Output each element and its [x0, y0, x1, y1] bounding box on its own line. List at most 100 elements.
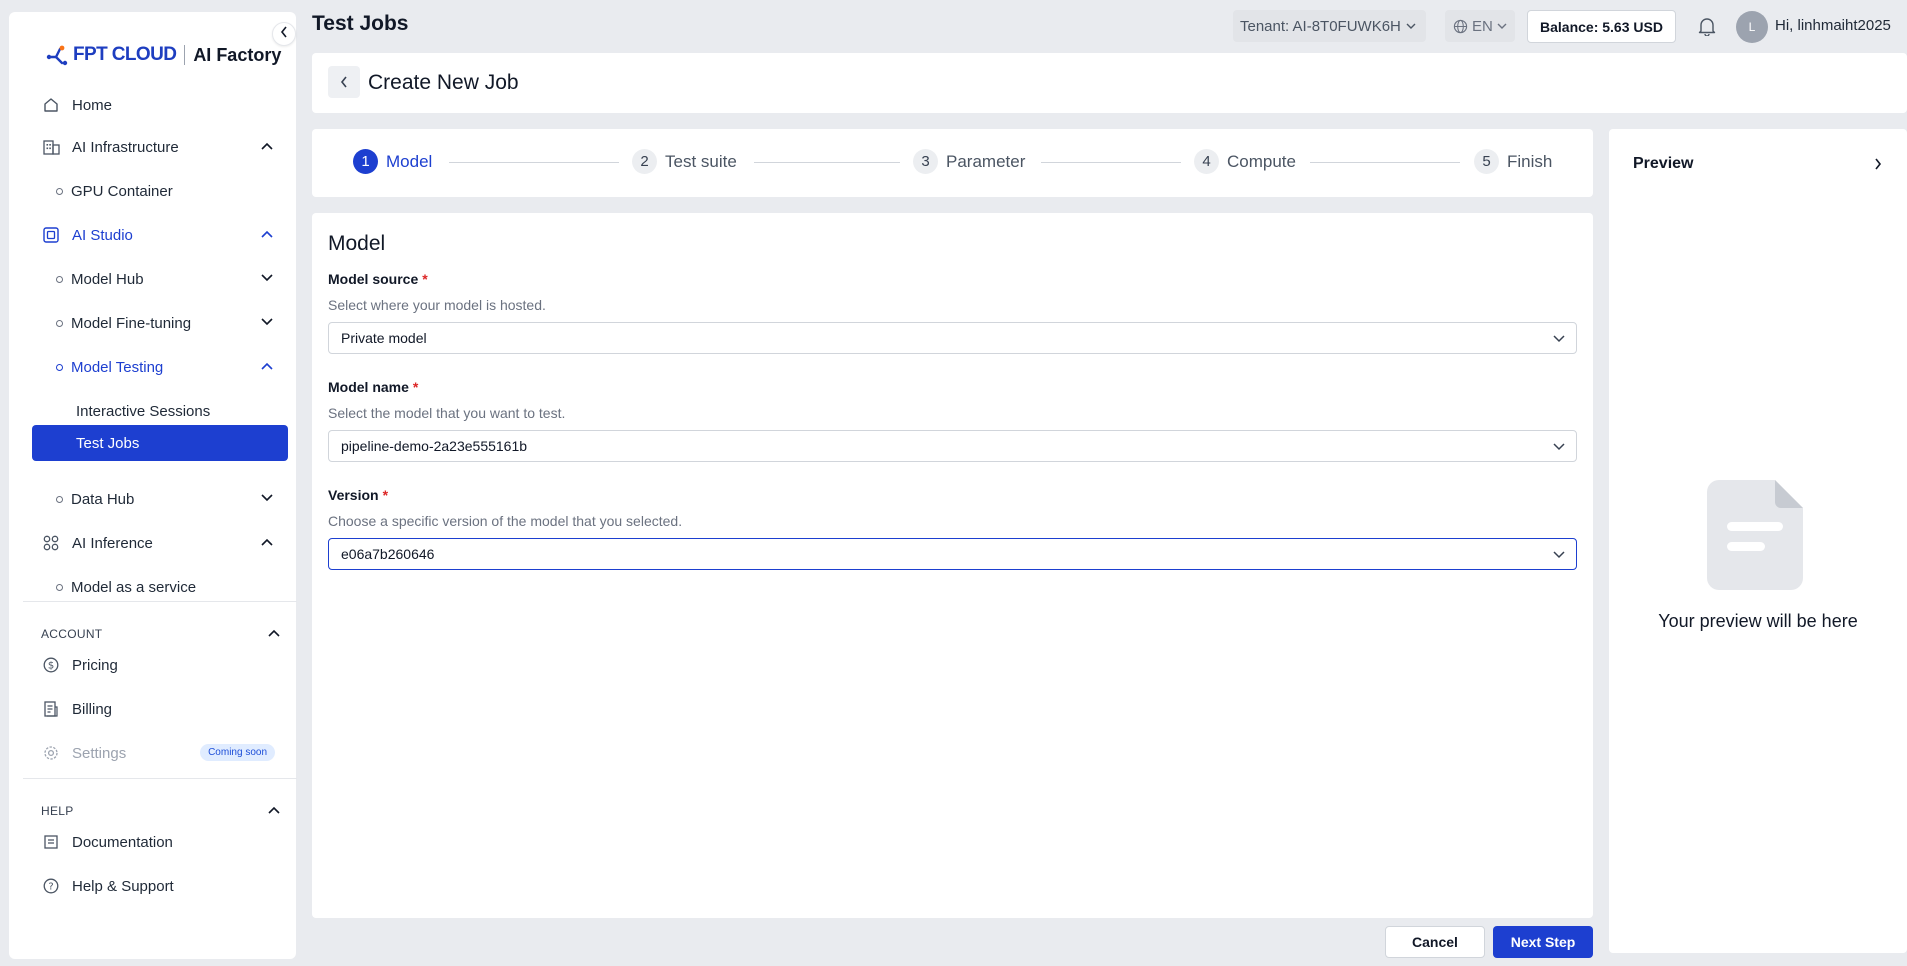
sidebar-item-label: Pricing	[72, 656, 118, 674]
chevron-up-icon[interactable]	[267, 626, 281, 640]
preview-panel: Preview Your preview will be here	[1609, 129, 1907, 953]
page-title: Test Jobs	[312, 12, 409, 35]
bullet-icon	[56, 187, 63, 195]
bell-icon[interactable]	[1696, 15, 1718, 37]
step-connector	[1310, 162, 1460, 163]
sidebar-item-billing[interactable]: Billing	[32, 691, 290, 727]
cancel-button[interactable]: Cancel	[1385, 926, 1485, 958]
step-compute[interactable]: 4 Compute	[1194, 149, 1296, 174]
step-connector	[1041, 162, 1181, 163]
chevron-up-icon[interactable]	[260, 227, 274, 241]
chevron-up-icon[interactable]	[267, 803, 281, 817]
sidebar-item-ai-studio[interactable]: AI Studio	[32, 217, 290, 253]
step-label: Model	[386, 151, 433, 171]
sidebar-item-data-hub[interactable]: Data Hub	[32, 481, 290, 517]
step-parameter[interactable]: 3 Parameter	[913, 149, 1025, 174]
bullet-icon	[56, 363, 63, 371]
brand-logo[interactable]: FPT CLOUD AI Factory	[46, 40, 281, 70]
required-marker: *	[382, 487, 389, 503]
sidebar-collapse-button[interactable]	[272, 22, 296, 46]
balance-display[interactable]: Balance: 5.63 USD	[1527, 10, 1676, 43]
back-button[interactable]	[328, 66, 360, 98]
chevron-left-icon	[280, 25, 288, 43]
help-circle-icon: ?	[42, 877, 60, 895]
svg-text:$: $	[48, 661, 54, 672]
bullet-icon	[56, 495, 63, 503]
gear-icon	[42, 744, 60, 762]
coming-soon-badge: Coming soon	[200, 744, 275, 761]
sidebar-item-model-finetuning[interactable]: Model Fine-tuning	[32, 305, 290, 341]
chevron-down-icon	[1497, 23, 1507, 30]
sidebar-item-interactive-sessions[interactable]: Interactive Sessions	[32, 393, 290, 429]
bullet-icon	[56, 583, 63, 591]
field-label-text: Model source	[328, 271, 419, 287]
sidebar-divider	[23, 601, 297, 602]
document-icon	[42, 833, 60, 851]
sidebar-item-model-testing[interactable]: Model Testing	[32, 349, 290, 385]
sidebar-item-help-support[interactable]: ? Help & Support	[32, 868, 290, 904]
chevron-down-icon[interactable]	[260, 491, 274, 505]
tenant-label: Tenant: AI-8T0FUWK6H	[1240, 17, 1401, 35]
version-hint: Choose a specific version of the model t…	[328, 513, 683, 529]
sidebar-item-model-as-a-service[interactable]: Model as a service	[32, 569, 290, 605]
create-job-title: Create New Job	[368, 71, 519, 94]
step-test-suite[interactable]: 2 Test suite	[632, 149, 737, 174]
next-step-button[interactable]: Next Step	[1493, 926, 1593, 958]
chevron-up-icon[interactable]	[260, 535, 274, 549]
sidebar-item-label: Model Testing	[71, 358, 164, 376]
chevron-down-icon[interactable]	[260, 315, 274, 329]
empty-document-icon	[1707, 480, 1805, 595]
required-marker: *	[412, 379, 419, 395]
sidebar-item-model-hub[interactable]: Model Hub	[32, 261, 290, 297]
model-name-label: Model name *	[328, 379, 418, 395]
step-number: 3	[913, 149, 938, 174]
sidebar-item-ai-infrastructure[interactable]: AI Infrastructure	[32, 129, 290, 165]
sidebar-item-pricing[interactable]: $ Pricing	[32, 647, 290, 683]
section-label-help: HELP	[41, 804, 74, 818]
dollar-circle-icon: $	[42, 656, 60, 674]
ai-studio-icon	[42, 226, 60, 244]
field-label-text: Version	[328, 487, 379, 503]
bullet-icon	[56, 319, 63, 327]
step-connector	[754, 162, 900, 163]
sidebar-item-label: Data Hub	[71, 490, 135, 508]
svg-text:?: ?	[48, 882, 53, 893]
sidebar-item-label: Model Hub	[71, 270, 144, 288]
model-source-select[interactable]: Private model	[328, 322, 1577, 354]
step-connector	[449, 162, 619, 163]
chevron-right-icon[interactable]	[1871, 157, 1885, 171]
chevron-up-icon[interactable]	[260, 139, 274, 153]
sidebar-item-gpu-container[interactable]: GPU Container	[32, 173, 290, 209]
step-number: 1	[353, 149, 378, 174]
brand-name: FPT CLOUD	[73, 44, 177, 65]
tenant-selector[interactable]: Tenant: AI-8T0FUWK6H	[1233, 10, 1426, 42]
sidebar-item-label: Model Fine-tuning	[71, 314, 192, 332]
sidebar-item-label: Interactive Sessions	[76, 402, 211, 420]
sidebar: FPT CLOUD AI Factory Home AI Infrastruct…	[9, 12, 297, 959]
model-name-hint: Select the model that you want to test.	[328, 405, 566, 421]
sidebar-item-documentation[interactable]: Documentation	[32, 824, 290, 860]
model-source-hint: Select where your model is hosted.	[328, 297, 546, 313]
sidebar-item-ai-inference[interactable]: AI Inference	[32, 525, 290, 561]
chevron-down-icon	[1552, 440, 1566, 454]
user-greeting[interactable]: Hi, linhmaiht2025	[1775, 17, 1891, 34]
version-select[interactable]: e06a7b260646	[328, 538, 1577, 570]
chevron-down-icon	[1552, 332, 1566, 346]
model-name-select[interactable]: pipeline-demo-2a23e555161b	[328, 430, 1577, 462]
avatar[interactable]: L	[1736, 11, 1768, 43]
step-number: 5	[1474, 149, 1499, 174]
sidebar-item-home[interactable]: Home	[32, 87, 290, 123]
chevron-up-icon[interactable]	[260, 359, 274, 373]
chevron-down-icon[interactable]	[260, 271, 274, 285]
steps-indicator: 1 Model 2 Test suite 3 Parameter 4 Compu…	[312, 129, 1593, 197]
sidebar-item-label: Test Jobs	[76, 434, 140, 452]
sidebar-item-label: GPU Container	[71, 182, 173, 200]
sidebar-divider	[23, 778, 297, 779]
language-selector[interactable]: EN	[1445, 10, 1515, 42]
globe-icon	[1453, 19, 1468, 34]
step-model[interactable]: 1 Model	[353, 149, 432, 174]
sidebar-item-test-jobs[interactable]: Test Jobs	[32, 425, 288, 461]
step-finish[interactable]: 5 Finish	[1474, 149, 1552, 174]
model-source-label: Model source *	[328, 271, 428, 287]
preview-empty-text: Your preview will be here	[1658, 611, 1858, 631]
